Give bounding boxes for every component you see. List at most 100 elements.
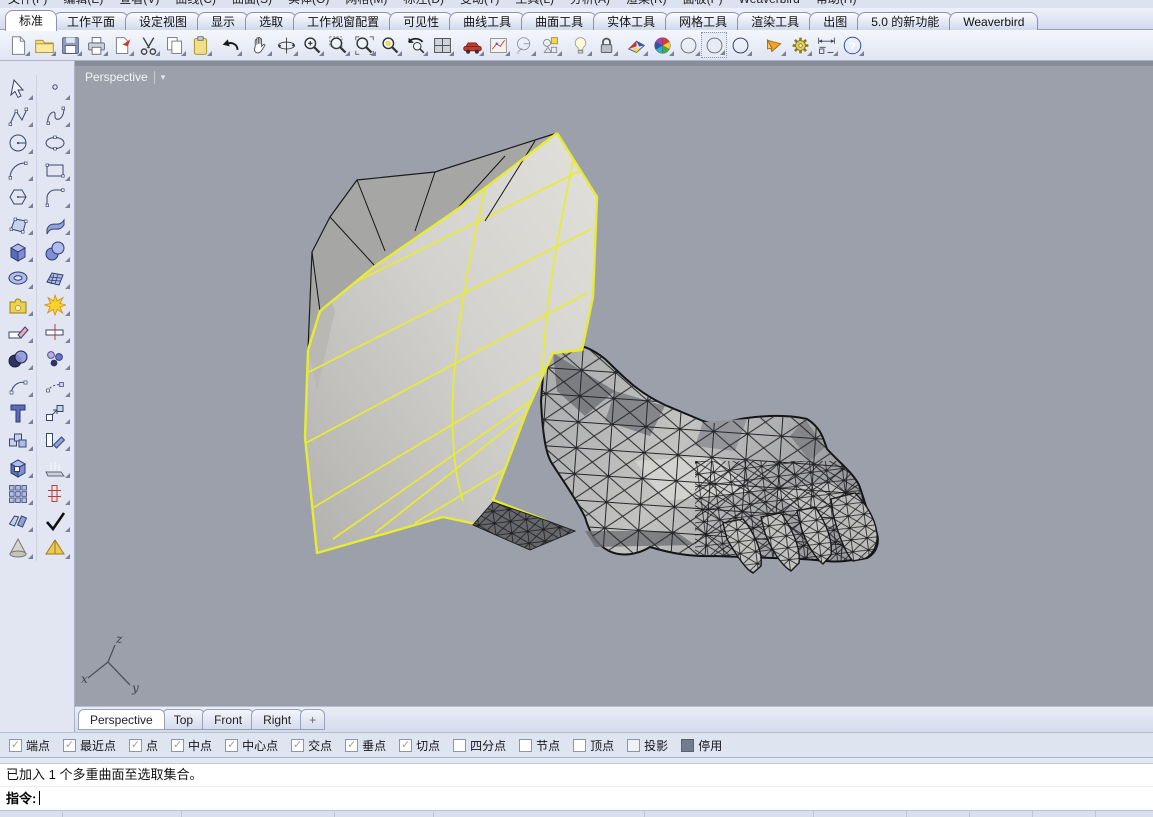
status-cell[interactable] <box>814 811 907 817</box>
osnap-checkbox[interactable]: ✓ <box>129 739 142 752</box>
osnap-checkbox[interactable]: ✓ <box>63 739 76 752</box>
menu-item[interactable]: 渲染(R) <box>626 0 667 7</box>
menu-item[interactable]: 工具(L) <box>515 0 554 7</box>
dimension-button[interactable] <box>813 32 839 58</box>
trim-button[interactable] <box>0 318 37 345</box>
polygon-button[interactable] <box>0 183 37 210</box>
osnap-checkbox[interactable]: ✓ <box>9 739 22 752</box>
new-viewport-tab-button[interactable]: + <box>300 709 325 730</box>
render-preview-button[interactable] <box>761 32 787 58</box>
menu-item[interactable]: 曲线(C) <box>175 0 216 7</box>
surface-patch-button[interactable] <box>0 210 37 237</box>
viewport-canvas[interactable]: z x y <box>75 61 1153 706</box>
pan-view-button[interactable] <box>247 32 273 58</box>
osnap-checkbox[interactable]: ✓ <box>399 739 412 752</box>
status-cell[interactable] <box>63 811 182 817</box>
undo-button[interactable] <box>217 32 243 58</box>
split-button[interactable] <box>37 318 73 345</box>
toolbar-tab[interactable]: 工作视窗配置 <box>293 12 393 30</box>
osnap-checkbox[interactable] <box>519 739 532 752</box>
zoom-selected-button[interactable] <box>377 32 403 58</box>
osnap-checkbox[interactable]: ✓ <box>171 739 184 752</box>
copy-button[interactable] <box>161 32 187 58</box>
viewport-tab-top[interactable]: Top <box>162 709 205 730</box>
adjust-curve-button[interactable] <box>0 372 37 399</box>
toolbar-tab[interactable]: 选取 <box>245 12 297 30</box>
solid-box-button[interactable] <box>0 237 37 264</box>
osnap-checkbox[interactable]: ✓ <box>225 739 238 752</box>
status-cell[interactable] <box>335 811 434 817</box>
osnap-端点[interactable]: ✓端点 <box>9 737 50 754</box>
save-file-button[interactable] <box>57 32 83 58</box>
menu-item[interactable]: 网格(M) <box>345 0 387 7</box>
toolbar-tab[interactable]: 实体工具 <box>593 12 669 30</box>
toolbar-tab[interactable]: 渲染工具 <box>737 12 813 30</box>
open-file-button[interactable] <box>31 32 57 58</box>
lock-objects-button[interactable] <box>593 32 619 58</box>
render-button[interactable] <box>727 32 753 58</box>
viewport-tab-right[interactable]: Right <box>251 709 303 730</box>
toolbar-tab[interactable]: Weaverbird <box>949 12 1038 30</box>
osnap-checkbox[interactable]: ✓ <box>291 739 304 752</box>
point-on-check-button[interactable] <box>37 507 73 534</box>
select-pointer-button[interactable] <box>0 75 37 102</box>
help-button[interactable] <box>839 32 865 58</box>
join-surfaces-button[interactable] <box>0 507 37 534</box>
menu-item[interactable]: 编辑(E) <box>63 0 103 7</box>
surface-bend-button[interactable] <box>37 210 73 237</box>
edit-layers-button[interactable] <box>623 32 649 58</box>
surface-grid-button[interactable] <box>37 264 73 291</box>
osnap-中点[interactable]: ✓中点 <box>171 737 212 754</box>
osnap-投影[interactable]: 投影 <box>627 737 668 754</box>
viewport-tab-front[interactable]: Front <box>202 709 254 730</box>
osnap-中心点[interactable]: ✓中心点 <box>225 737 278 754</box>
toolbar-tab[interactable]: 设定视图 <box>125 12 201 30</box>
menu-item[interactable]: Weaverbird <box>739 0 800 6</box>
viewport-menu-arrow-icon[interactable]: ▾ <box>161 72 166 83</box>
cplane-settings-button[interactable] <box>485 32 511 58</box>
shaded-viewport-button[interactable] <box>675 32 701 58</box>
solid-torus-button[interactable] <box>0 264 37 291</box>
boolean-difference-button[interactable] <box>0 345 37 372</box>
menu-item[interactable]: 实体(O) <box>288 0 329 7</box>
zoom-extents-button[interactable] <box>351 32 377 58</box>
toolbar-tab[interactable]: 曲线工具 <box>449 12 525 30</box>
explode-button[interactable] <box>37 291 73 318</box>
status-cell[interactable] <box>1033 811 1096 817</box>
toolbar-tab[interactable]: 标准 <box>5 10 57 31</box>
four-viewports-button[interactable] <box>429 32 455 58</box>
toolbar-tab[interactable]: 5.0 的新功能 <box>857 12 953 30</box>
section-button[interactable] <box>37 480 73 507</box>
osnap-checkbox[interactable] <box>681 739 694 752</box>
viewport-title[interactable]: Perspective ▾ <box>85 70 165 84</box>
menu-item[interactable]: 查看(V) <box>119 0 159 7</box>
menu-item[interactable]: 变动(T) <box>460 0 499 7</box>
new-document-button[interactable] <box>5 32 31 58</box>
menu-item[interactable]: 帮助(H) <box>816 0 857 7</box>
osnap-checkbox[interactable] <box>573 739 586 752</box>
status-cell[interactable] <box>645 811 814 817</box>
object-display-color-button[interactable] <box>649 32 675 58</box>
osnap-最近点[interactable]: ✓最近点 <box>63 737 116 754</box>
toolbar-tab[interactable]: 工作平面 <box>53 12 129 30</box>
move-button[interactable] <box>37 399 73 426</box>
mesh-elbow-sliver[interactable] <box>473 502 575 550</box>
osnap-垂点[interactable]: ✓垂点 <box>345 737 386 754</box>
osnap-checkbox[interactable]: ✓ <box>345 739 358 752</box>
cut-button[interactable] <box>135 32 161 58</box>
single-point-button[interactable] <box>37 75 73 102</box>
ellipse-button[interactable] <box>37 129 73 156</box>
extend-curve-button[interactable] <box>37 372 73 399</box>
status-cell[interactable] <box>970 811 1033 817</box>
solid-cone-button[interactable] <box>0 534 37 561</box>
options-button[interactable] <box>787 32 813 58</box>
mesh-arm-hand[interactable] <box>541 344 880 573</box>
osnap-顶点[interactable]: 顶点 <box>573 737 614 754</box>
status-cell[interactable] <box>907 811 970 817</box>
copy-objects-button[interactable] <box>0 426 37 453</box>
fillet-curve-button[interactable] <box>37 183 73 210</box>
set-view-button[interactable] <box>511 32 537 58</box>
menu-item[interactable]: 文件(F) <box>8 0 47 7</box>
solid-pyramid-button[interactable] <box>37 534 73 561</box>
mesh-shoulder-selected[interactable] <box>305 133 597 553</box>
